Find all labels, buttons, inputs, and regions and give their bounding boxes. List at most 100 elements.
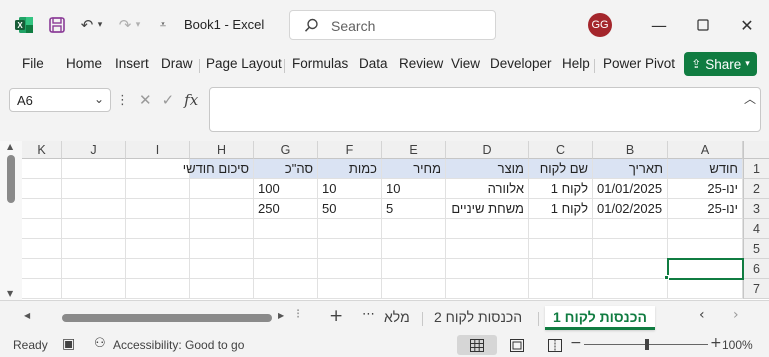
scroll-right-icon[interactable]: ▶: [278, 311, 284, 320]
column-header-e[interactable]: E: [382, 141, 446, 159]
cell-g2[interactable]: 100: [254, 179, 318, 199]
sheet-tab-client-2[interactable]: הכנסות לקוח 2: [434, 306, 522, 330]
add-sheet-icon[interactable]: +: [329, 306, 343, 326]
cell-e4[interactable]: [382, 219, 446, 239]
horizontal-scrollbar[interactable]: ◀ ▶: [20, 310, 290, 325]
tab-home[interactable]: Home: [66, 56, 102, 71]
cell-b7[interactable]: [593, 279, 668, 299]
vertical-scroll-thumb[interactable]: [7, 155, 15, 203]
cell-i5[interactable]: [126, 239, 190, 259]
cell-b4[interactable]: [593, 219, 668, 239]
cell-k3[interactable]: [22, 199, 62, 219]
customize-toolbar-icon[interactable]: ⩡: [152, 14, 174, 36]
cell-a3[interactable]: ינו-25: [668, 199, 743, 219]
cell-h6[interactable]: [190, 259, 254, 279]
cell-h3[interactable]: [190, 199, 254, 219]
cell-f3[interactable]: 50: [318, 199, 382, 219]
row-header-3[interactable]: 3: [743, 199, 769, 219]
cell-k7[interactable]: [22, 279, 62, 299]
cell-h1[interactable]: סיכום חודשי: [183, 159, 254, 179]
cell-a2[interactable]: ינו-25: [668, 179, 743, 199]
more-options-icon[interactable]: ⋮: [116, 93, 129, 108]
zoom-level[interactable]: 100%: [722, 338, 753, 352]
sheet-tab-client-1[interactable]: הכנסות לקוח 1: [545, 306, 655, 330]
row-header-2[interactable]: 2: [743, 179, 769, 199]
column-header-c[interactable]: C: [529, 141, 593, 159]
cell-i7[interactable]: [126, 279, 190, 299]
cell-c1[interactable]: שם לקוח: [529, 159, 593, 179]
vertical-scrollbar[interactable]: ▲ ▼: [0, 141, 22, 300]
cell-j2[interactable]: [62, 179, 126, 199]
close-icon[interactable]: ✕: [734, 12, 760, 38]
cell-f6[interactable]: [318, 259, 382, 279]
fill-handle[interactable]: [664, 275, 669, 280]
cell-e2[interactable]: 10: [382, 179, 446, 199]
name-box[interactable]: A6 ⌄: [9, 88, 111, 112]
cell-j4[interactable]: [62, 219, 126, 239]
restore-icon[interactable]: [690, 12, 716, 38]
sheet-tab-full[interactable]: מלא: [384, 306, 410, 330]
avatar[interactable]: GG: [588, 13, 612, 37]
scroll-down-icon[interactable]: ▼: [7, 289, 13, 298]
cell-j1[interactable]: [62, 159, 126, 179]
cell-b3[interactable]: 01/02/2025: [593, 199, 668, 219]
cell-d4[interactable]: [446, 219, 529, 239]
cell-k1[interactable]: [22, 159, 62, 179]
column-header-a[interactable]: A: [668, 141, 743, 159]
select-all-corner[interactable]: [743, 141, 769, 159]
zoom-out-icon[interactable]: −: [570, 335, 582, 351]
cell-h5[interactable]: [190, 239, 254, 259]
cell-j5[interactable]: [62, 239, 126, 259]
share-button[interactable]: ⇪ Share ▾: [684, 52, 757, 76]
cell-e3[interactable]: 5: [382, 199, 446, 219]
cell-i2[interactable]: [126, 179, 190, 199]
cell-b6[interactable]: [593, 259, 668, 279]
chevron-right-icon[interactable]: ›: [733, 307, 739, 323]
cell-c2[interactable]: לקוח 1: [529, 179, 593, 199]
cell-k6[interactable]: [22, 259, 62, 279]
cancel-icon[interactable]: ✕: [139, 91, 152, 109]
row-header-6[interactable]: 6: [743, 259, 769, 279]
tab-file[interactable]: File: [22, 56, 44, 71]
column-header-i[interactable]: I: [126, 141, 190, 159]
undo-dropdown-icon[interactable]: ▾: [94, 14, 106, 36]
cell-d5[interactable]: [446, 239, 529, 259]
cell-d3[interactable]: משחת שיניים: [446, 199, 529, 219]
cell-h2[interactable]: [190, 179, 254, 199]
cell-k5[interactable]: [22, 239, 62, 259]
cell-e1[interactable]: מחיר: [382, 159, 446, 179]
cell-h7[interactable]: [190, 279, 254, 299]
enter-icon[interactable]: ✓: [162, 91, 175, 109]
macro-recording-icon[interactable]: ▣: [62, 336, 75, 352]
column-header-j[interactable]: J: [62, 141, 126, 159]
zoom-in-icon[interactable]: +: [710, 335, 722, 351]
cell-i4[interactable]: [126, 219, 190, 239]
tab-view[interactable]: View: [451, 56, 480, 71]
cell-e7[interactable]: [382, 279, 446, 299]
save-icon[interactable]: [46, 14, 68, 36]
cell-j6[interactable]: [62, 259, 126, 279]
cell-c7[interactable]: [529, 279, 593, 299]
cell-i6[interactable]: [126, 259, 190, 279]
cell-e5[interactable]: [382, 239, 446, 259]
row-header-5[interactable]: 5: [743, 239, 769, 259]
cell-f5[interactable]: [318, 239, 382, 259]
cell-g6[interactable]: [254, 259, 318, 279]
column-header-h[interactable]: H: [190, 141, 254, 159]
minimize-icon[interactable]: —: [646, 12, 672, 38]
column-header-k[interactable]: K: [22, 141, 62, 159]
search-input[interactable]: Search: [289, 10, 496, 40]
cell-c6[interactable]: [529, 259, 593, 279]
cell-d6[interactable]: [446, 259, 529, 279]
tab-insert[interactable]: Insert: [115, 56, 149, 71]
cell-b5[interactable]: [593, 239, 668, 259]
cell-g1[interactable]: סה"כ: [254, 159, 318, 179]
worksheet-grid[interactable]: ▲ ▼ K J I H G F E D C B A 1 סיכום חודשי סה"כ כמות מחיר מ…: [0, 141, 769, 300]
page-layout-view-button[interactable]: [497, 335, 537, 355]
tab-review[interactable]: Review: [399, 56, 443, 71]
cell-h4[interactable]: [190, 219, 254, 239]
cell-d2[interactable]: אלוורה: [446, 179, 529, 199]
column-header-b[interactable]: B: [593, 141, 668, 159]
cell-a5[interactable]: [668, 239, 743, 259]
tab-draw[interactable]: Draw: [161, 56, 193, 71]
